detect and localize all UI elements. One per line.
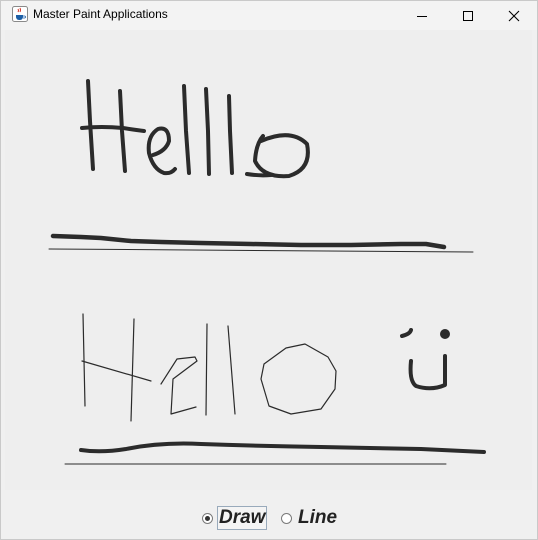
line-radio-option[interactable]: Line: [281, 506, 339, 530]
freehand-underline-stroke-2: [79, 441, 486, 454]
draw-radio-label[interactable]: Draw: [217, 506, 268, 530]
freehand-underline-stroke: [50, 233, 447, 250]
mode-toolbar: Draw Line: [5, 498, 532, 538]
app-window: Master Paint Applications Draw Line: [0, 0, 538, 540]
freehand-hello-stroke: [80, 79, 310, 179]
minimize-icon: [417, 15, 427, 17]
draw-radio-option[interactable]: Draw: [202, 506, 268, 530]
maximize-button[interactable]: [445, 1, 491, 30]
draw-radio-button[interactable]: [202, 512, 213, 524]
java-cup-icon: [12, 6, 28, 22]
minimize-button[interactable]: [399, 1, 445, 30]
close-button[interactable]: [491, 1, 537, 30]
title-bar[interactable]: Master Paint Applications: [1, 1, 537, 30]
straight-line: [48, 248, 474, 253]
line-radio-button[interactable]: [281, 512, 292, 524]
drawing-canvas[interactable]: [5, 30, 532, 490]
line-hello-stroke: [81, 313, 337, 422]
canvas-drawing: [48, 79, 486, 465]
smiley-face-drawing: [400, 328, 450, 391]
close-icon: [508, 10, 520, 21]
maximize-icon: [463, 10, 473, 21]
window-title: Master Paint Applications: [33, 7, 168, 21]
line-radio-label[interactable]: Line: [296, 507, 339, 529]
